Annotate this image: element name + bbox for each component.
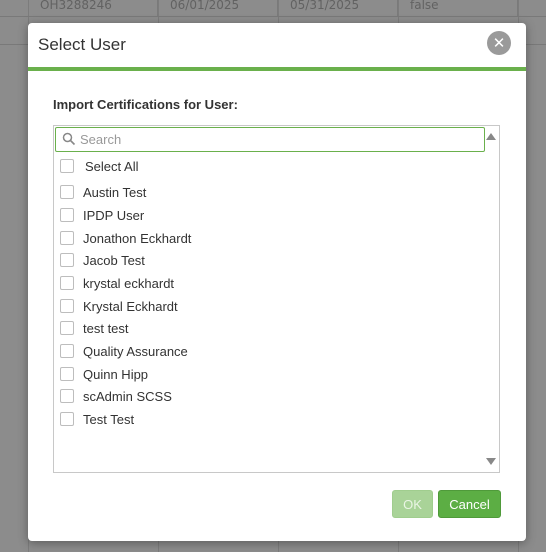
select-all-label: Select All — [85, 158, 139, 174]
user-option[interactable]: Quinn Hipp — [60, 365, 148, 383]
user-checkbox[interactable] — [60, 321, 74, 335]
user-checkbox[interactable] — [60, 253, 74, 267]
scroll-down-arrow-icon[interactable] — [486, 458, 496, 465]
ok-button[interactable]: OK — [392, 490, 433, 518]
user-option[interactable]: Austin Test — [60, 183, 146, 201]
cancel-button[interactable]: Cancel — [438, 490, 501, 518]
user-option-label: Quinn Hipp — [83, 366, 149, 382]
user-option[interactable]: test test — [60, 319, 129, 337]
user-option[interactable]: Jacob Test — [60, 251, 145, 269]
search-field[interactable] — [55, 127, 485, 152]
user-option[interactable]: Quality Assurance — [60, 342, 188, 360]
user-checkbox[interactable] — [60, 185, 74, 199]
user-checkbox[interactable] — [60, 367, 74, 381]
user-checkbox[interactable] — [60, 389, 74, 403]
user-option-label: Quality Assurance — [83, 343, 188, 359]
user-option[interactable]: scAdmin SCSS — [60, 387, 172, 405]
user-option-label: Austin Test — [83, 184, 147, 200]
user-option[interactable]: IPDP User — [60, 206, 144, 224]
user-option-label: scAdmin SCSS — [83, 388, 172, 404]
user-checkbox[interactable] — [60, 276, 74, 290]
user-option-label: Jonathon Eckhardt — [83, 230, 192, 246]
user-listbox[interactable]: Select All Austin Test IPDP User Jonatho… — [53, 125, 500, 473]
search-input[interactable] — [80, 130, 475, 149]
user-option-label: IPDP User — [83, 207, 145, 223]
select-all-option[interactable]: Select All — [60, 157, 138, 175]
user-option-label: Jacob Test — [83, 252, 145, 268]
user-option[interactable]: Jonathon Eckhardt — [60, 229, 191, 247]
user-option[interactable]: Test Test — [60, 410, 134, 428]
user-checkbox[interactable] — [60, 299, 74, 313]
user-option-label: Test Test — [83, 411, 135, 427]
listbox-scrollbar[interactable] — [483, 126, 499, 472]
select-all-checkbox[interactable] — [60, 159, 74, 173]
dialog-header: Select User ✕ — [28, 23, 526, 68]
user-checkbox[interactable] — [60, 231, 74, 245]
user-checkbox[interactable] — [60, 208, 74, 222]
close-button[interactable]: ✕ — [487, 31, 511, 55]
dialog-title: Select User — [38, 35, 126, 54]
header-accent-bar — [28, 67, 526, 71]
user-checkbox[interactable] — [60, 344, 74, 358]
select-user-dialog: Select User ✕ Import Certifications for … — [28, 23, 526, 541]
user-option-label: test test — [83, 320, 129, 336]
close-icon: ✕ — [492, 34, 506, 52]
field-label: Import Certifications for User: — [53, 97, 238, 112]
user-option[interactable]: krystal eckhardt — [60, 274, 174, 292]
user-option-label: Krystal Eckhardt — [83, 298, 178, 314]
user-option[interactable]: Krystal Eckhardt — [60, 297, 178, 315]
scroll-up-arrow-icon[interactable] — [486, 133, 496, 140]
user-checkbox[interactable] — [60, 412, 74, 426]
user-option-label: krystal eckhardt — [83, 275, 175, 291]
search-icon — [62, 132, 76, 146]
